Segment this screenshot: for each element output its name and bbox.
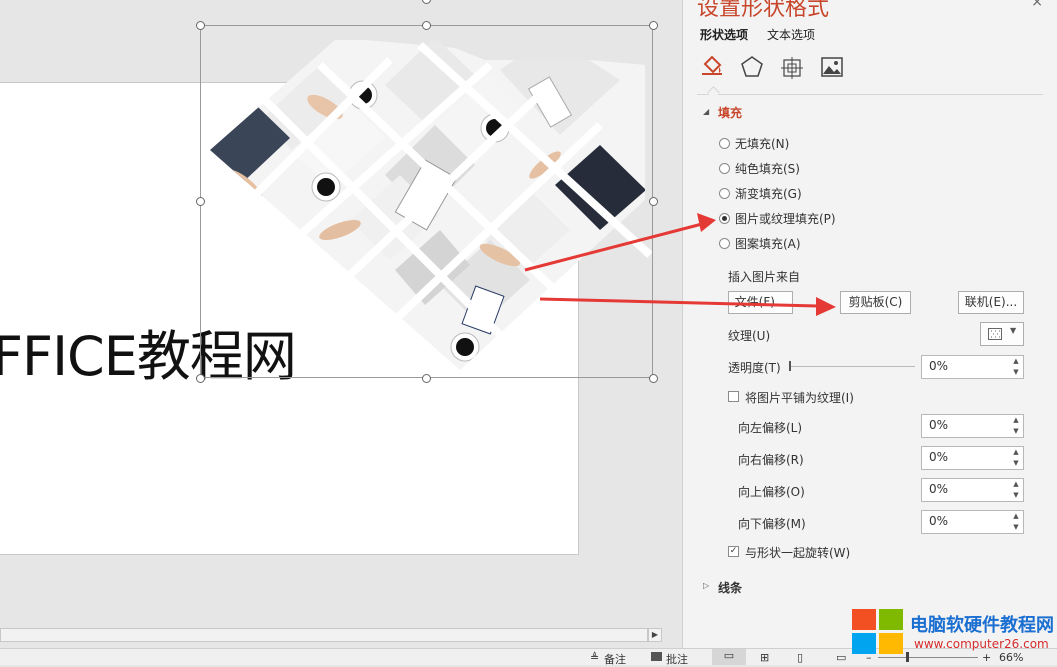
size-layout-icon[interactable] bbox=[779, 54, 805, 80]
reading-view-icon[interactable]: ▯ bbox=[797, 651, 803, 664]
transparency-slider-thumb[interactable] bbox=[789, 361, 791, 371]
offset-left-value[interactable]: 0% bbox=[929, 418, 948, 432]
normal-view-icon[interactable]: ▭ bbox=[712, 649, 746, 665]
radio-button[interactable] bbox=[719, 162, 730, 174]
transparency-slider-track[interactable] bbox=[791, 366, 915, 367]
resize-handle-right[interactable] bbox=[649, 197, 658, 206]
transparency-input[interactable]: 0% ▲ ▼ bbox=[921, 355, 1024, 379]
radio-button[interactable] bbox=[719, 237, 730, 249]
spinner-arrows-icon[interactable]: ▲ ▼ bbox=[1009, 511, 1023, 533]
horizontal-scrollbar[interactable] bbox=[0, 628, 648, 642]
texture-label: 纹理(U) bbox=[728, 329, 771, 343]
radio-label: 图案填充(A) bbox=[735, 236, 801, 251]
rotate-handle[interactable] bbox=[422, 0, 431, 4]
transparency-label: 透明度(T) bbox=[728, 361, 781, 375]
line-section-header[interactable]: 线条 bbox=[718, 579, 742, 596]
chevron-down-icon: ▼ bbox=[1010, 326, 1017, 335]
resize-handle-bottom-left[interactable] bbox=[196, 374, 205, 383]
offset-bottom-value[interactable]: 0% bbox=[929, 514, 948, 528]
texture-swatch-icon bbox=[988, 328, 1002, 340]
offset-left-label: 向左偏移(L) bbox=[738, 421, 803, 435]
slideshow-icon[interactable]: ▭ bbox=[836, 651, 846, 664]
slide-sorter-icon[interactable]: ⊞ bbox=[760, 651, 769, 664]
radio-label: 渐变填充(G) bbox=[735, 186, 802, 201]
resize-handle-bottom-right[interactable] bbox=[649, 374, 658, 383]
rotate-with-shape-checkbox[interactable]: ✓ bbox=[728, 546, 739, 557]
shape-selection-box[interactable] bbox=[200, 25, 653, 378]
tab-text-options[interactable]: 文本选项 bbox=[767, 26, 815, 43]
radio-label: 纯色填充(S) bbox=[735, 161, 800, 176]
radio-label: 无填充(N) bbox=[735, 136, 790, 151]
watermark-title: 电脑软硬件教程网 bbox=[910, 615, 1054, 636]
offset-bottom-label: 向下偏移(M) bbox=[738, 517, 806, 531]
panel-title: 设置形状格式 bbox=[697, 0, 830, 21]
picture-icon[interactable] bbox=[819, 54, 845, 80]
radio-solid-fill[interactable]: 纯色填充(S) bbox=[719, 159, 800, 177]
divider bbox=[697, 94, 1043, 95]
tile-checkbox[interactable] bbox=[728, 391, 739, 402]
file-button[interactable]: 文件(F)... bbox=[728, 291, 793, 314]
scroll-right-arrow-icon[interactable]: ▶ bbox=[648, 628, 662, 642]
radio-picture-fill[interactable]: 图片或纹理填充(P) bbox=[719, 209, 836, 227]
radio-button[interactable] bbox=[719, 137, 730, 149]
resize-handle-left[interactable] bbox=[196, 197, 205, 206]
format-shape-panel: 设置形状格式 × 形状选项 文本选项 ◢ 填充 无填充(N) 纯色填充(S) 渐… bbox=[682, 0, 1057, 648]
offset-top-input[interactable]: 0% ▲ ▼ bbox=[921, 478, 1024, 502]
spinner-arrows-icon[interactable]: ▲ ▼ bbox=[1009, 415, 1023, 437]
offset-right-value[interactable]: 0% bbox=[929, 450, 948, 464]
radio-pattern-fill[interactable]: 图案填充(A) bbox=[719, 234, 801, 252]
offset-bottom-input[interactable]: 0% ▲ ▼ bbox=[921, 510, 1024, 534]
spinner-arrows-icon[interactable]: ▲ ▼ bbox=[1009, 479, 1023, 501]
insert-from-label: 插入图片来自 bbox=[728, 270, 801, 284]
resize-handle-top-right[interactable] bbox=[649, 21, 658, 30]
close-icon[interactable]: × bbox=[1031, 0, 1043, 10]
offset-top-value[interactable]: 0% bbox=[929, 482, 948, 496]
transparency-value[interactable]: 0% bbox=[929, 359, 948, 373]
offset-left-input[interactable]: 0% ▲ ▼ bbox=[921, 414, 1024, 438]
slide-canvas[interactable]: FFICE教程网 ▶ bbox=[0, 0, 682, 648]
radio-gradient-fill[interactable]: 渐变填充(G) bbox=[719, 184, 802, 202]
radio-label: 图片或纹理填充(P) bbox=[735, 211, 836, 226]
spinner-arrows-icon[interactable]: ▲ ▼ bbox=[1009, 447, 1023, 469]
resize-handle-bottom[interactable] bbox=[422, 374, 431, 383]
expand-triangle-icon[interactable]: ▷ bbox=[703, 581, 709, 590]
watermark-url: www.computer26.com bbox=[914, 637, 1049, 651]
rotate-with-shape-label: 与形状一起旋转(W) bbox=[745, 546, 851, 560]
offset-top-label: 向上偏移(O) bbox=[738, 485, 805, 499]
radio-no-fill[interactable]: 无填充(N) bbox=[719, 134, 789, 152]
spinner-arrows-icon[interactable]: ▲ ▼ bbox=[1009, 356, 1023, 378]
offset-right-input[interactable]: 0% ▲ ▼ bbox=[921, 446, 1024, 470]
online-button[interactable]: 联机(E)... bbox=[958, 291, 1024, 314]
fill-line-icon[interactable] bbox=[699, 54, 725, 80]
tab-shape-options[interactable]: 形状选项 bbox=[700, 26, 748, 43]
comments-icon[interactable] bbox=[651, 652, 662, 661]
texture-dropdown[interactable]: ▼ bbox=[980, 322, 1024, 346]
tile-label: 将图片平铺为纹理(I) bbox=[745, 391, 854, 405]
fill-section-header[interactable]: 填充 bbox=[718, 104, 742, 121]
radio-button-selected[interactable] bbox=[719, 212, 730, 224]
resize-handle-top[interactable] bbox=[422, 21, 431, 30]
notes-icon[interactable]: ≜ bbox=[590, 651, 599, 664]
collapse-triangle-icon[interactable]: ◢ bbox=[703, 107, 709, 116]
effects-pentagon-icon[interactable] bbox=[739, 54, 765, 80]
resize-handle-top-left[interactable] bbox=[196, 21, 205, 30]
watermark: 电脑软硬件教程网 www.computer26.com bbox=[852, 608, 1057, 658]
radio-button[interactable] bbox=[719, 187, 730, 199]
selected-tab-caret bbox=[707, 86, 720, 99]
offset-right-label: 向右偏移(R) bbox=[738, 453, 804, 467]
windows-logo-icon bbox=[852, 609, 903, 654]
clipboard-button[interactable]: 剪贴板(C) bbox=[840, 291, 911, 314]
